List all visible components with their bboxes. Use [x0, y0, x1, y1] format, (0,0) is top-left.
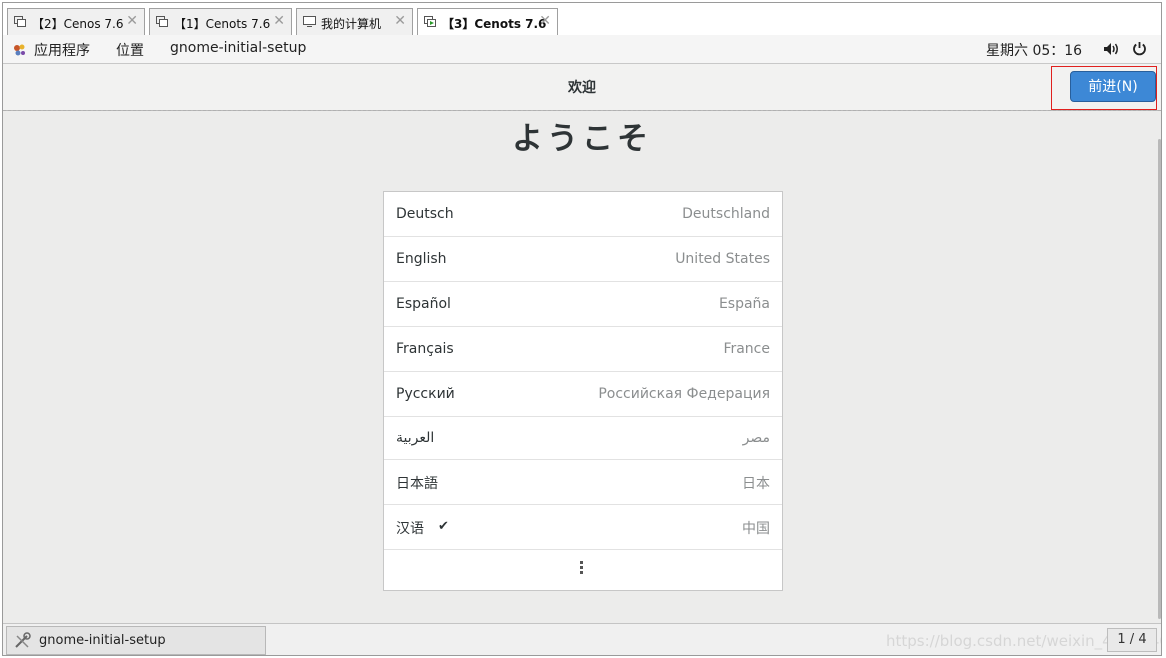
more-languages-button[interactable] — [384, 550, 782, 590]
tab-label: 【2】Cenos 7.6 — [32, 17, 124, 31]
volume-icon[interactable] — [1103, 42, 1120, 56]
language-name: Français — [396, 341, 454, 357]
applications-menu[interactable]: 应用程序 — [34, 40, 90, 60]
page-title: 欢迎 — [568, 80, 596, 96]
selected-check-icon: ✔ — [438, 519, 449, 534]
language-name: Deutsch — [396, 206, 454, 222]
scrollbar[interactable] — [1158, 139, 1161, 619]
app-menu[interactable]: gnome-initial-setup — [170, 40, 306, 56]
vm-tab-cenots3[interactable]: 【3】Cenots 7.6 ✕ — [417, 8, 558, 36]
close-icon[interactable]: ✕ — [273, 13, 285, 29]
language-name: العربية — [396, 430, 435, 446]
language-region: 日本 — [742, 476, 770, 492]
workspace-pager[interactable]: 1 / 4 — [1107, 628, 1157, 652]
power-icon[interactable] — [1132, 41, 1147, 56]
language-list: Deutsch Deutschland English United State… — [383, 191, 783, 591]
language-region: United States — [675, 251, 770, 267]
divider — [3, 110, 1161, 111]
more-vertical-icon — [580, 561, 583, 576]
vm-copy-icon — [14, 16, 26, 27]
language-region: France — [723, 341, 770, 357]
monitor-icon — [303, 16, 316, 27]
language-row-japanese[interactable]: 日本語 日本 — [384, 460, 782, 505]
language-row-russian[interactable]: Русский Российская Федерация — [384, 372, 782, 417]
close-icon[interactable]: ✕ — [126, 13, 138, 29]
vm-copy-icon — [156, 16, 168, 27]
taskbar-window-label: gnome-initial-setup — [39, 633, 166, 648]
language-row-francais[interactable]: Français France — [384, 327, 782, 372]
tab-label: 【3】Cenots 7.6 — [442, 17, 547, 31]
language-name: 日本語 — [396, 476, 438, 492]
language-region: España — [718, 296, 770, 312]
gnome-top-bar: 应用程序 位置 gnome-initial-setup 星期六 05：16 — [3, 35, 1161, 64]
vm-window: 【2】Cenos 7.6 ✕ 【1】Cenots 7.6 ✕ 我的计算机 ✕ 【… — [2, 2, 1162, 656]
language-row-english[interactable]: English United States — [384, 237, 782, 282]
language-region: مصر — [742, 430, 770, 446]
language-name: English — [396, 251, 447, 267]
applications-icon — [14, 44, 25, 56]
vm-running-icon — [424, 16, 436, 27]
language-name: Русский — [396, 386, 455, 402]
vm-tab-cenos2[interactable]: 【2】Cenos 7.6 ✕ — [7, 8, 145, 35]
language-row-espanol[interactable]: Español España — [384, 282, 782, 327]
tab-label: 【1】Cenots 7.6 — [174, 17, 271, 31]
vm-tab-my-computer[interactable]: 我的计算机 ✕ — [296, 8, 413, 35]
language-name: 汉语 — [396, 521, 424, 537]
language-region: Российская Федерация — [598, 386, 770, 402]
close-icon[interactable]: ✕ — [539, 13, 551, 29]
close-icon[interactable]: ✕ — [394, 13, 406, 29]
language-row-arabic[interactable]: العربية مصر — [384, 417, 782, 460]
next-button[interactable]: 前进(N) — [1070, 71, 1156, 102]
language-region: 中国 — [742, 521, 770, 537]
tools-icon — [15, 632, 31, 648]
language-region: Deutschland — [682, 206, 770, 222]
header-bar: 欢迎 前进(N) — [3, 64, 1161, 111]
vm-tab-cenots1[interactable]: 【1】Cenots 7.6 ✕ — [149, 8, 292, 35]
language-row-chinese[interactable]: 汉语 ✔ 中国 — [384, 505, 782, 550]
tab-label: 我的计算机 — [321, 17, 382, 31]
vm-tab-bar: 【2】Cenos 7.6 ✕ 【1】Cenots 7.6 ✕ 我的计算机 ✕ 【… — [3, 3, 1161, 36]
language-name: Español — [396, 296, 451, 312]
taskbar-window-button[interactable]: gnome-initial-setup — [6, 626, 266, 655]
clock[interactable]: 星期六 05：16 — [986, 40, 1082, 60]
bottom-taskbar: gnome-initial-setup https://blog.csdn.ne… — [3, 623, 1161, 655]
welcome-heading: ようこそ — [512, 121, 652, 157]
places-menu[interactable]: 位置 — [116, 40, 144, 60]
language-row-deutsch[interactable]: Deutsch Deutschland — [384, 192, 782, 237]
